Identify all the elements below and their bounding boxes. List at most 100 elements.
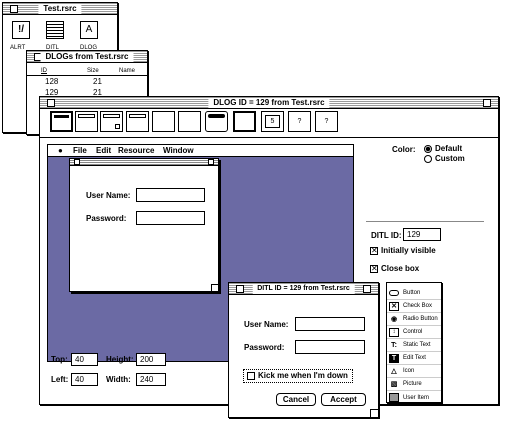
palette-label: Edit Text [403,355,426,361]
control-icon: ↕ [389,327,399,337]
top-field[interactable]: 40 [71,353,98,366]
preview-menubar: ● File Edit Resource Window [48,145,353,157]
palette-label: Static Text [403,342,431,348]
close-box[interactable] [47,99,55,107]
palette-item-picture[interactable]: ▧ Picture [387,378,441,391]
radio-default[interactable] [424,145,432,153]
radio-custom[interactable] [424,155,432,163]
apple-menu-icon[interactable]: ● [58,145,63,156]
dlog-title: DLOG ID = 129 from Test.rsrc [208,98,330,108]
size-box[interactable] [211,284,218,291]
ditl-user-name-field[interactable] [295,317,365,331]
palette-item-static-text[interactable]: T: Static Text [387,339,441,352]
ditl-id-label: DITL ID: [371,231,402,240]
palette-label: Icon [403,368,415,374]
menu-edit[interactable]: Edit [96,145,111,156]
toolbar-divider [40,137,498,138]
window-style-tool-2[interactable] [75,111,98,132]
dlog-resource-icon[interactable]: A [80,21,98,39]
window-style-tool-4[interactable] [126,111,149,132]
palette-item-button[interactable]: Button [387,287,441,300]
accept-button[interactable]: Accept [321,393,366,406]
close-box [74,159,80,165]
row-id[interactable]: 128 [45,77,58,87]
window-style-tool-6[interactable] [178,111,201,132]
window-style-tool-5[interactable] [152,111,175,132]
window-style-tool-8[interactable] [233,111,256,132]
row-size: 21 [93,77,102,86]
window-style-tool-3[interactable] [100,111,123,132]
ditl-window: DITL ID = 129 from Test.rsrc User Name: … [228,282,379,418]
rsrc-titlebar[interactable]: Test.rsrc [3,3,117,15]
zoom-box[interactable] [363,285,371,293]
palette-item-icon[interactable]: △ Icon [387,365,441,378]
dlogs-title: DLOGs from Test.rsrc [40,52,134,62]
preview-titlebar [70,159,218,166]
dlog-titlebar[interactable]: DLOG ID = 129 from Test.rsrc [40,97,498,109]
menu-resource[interactable]: Resource [118,145,154,156]
palette-label: User Item [403,394,430,401]
palette-item-checkbox[interactable]: ✕ Check Box [387,300,441,313]
kick-me-label: Kick me when I'm down [258,371,348,380]
close-box[interactable] [10,5,18,13]
cancel-button[interactable]: Cancel [276,393,316,406]
password-label: Password: [86,214,127,223]
radio-default-label: Default [435,144,463,153]
checkbox-icon: ✕ [389,301,399,311]
window-style-tool-9[interactable]: 5 [261,111,284,132]
height-field[interactable]: 200 [136,353,166,366]
close-box[interactable] [236,285,244,293]
close-box-label: Close box [381,264,420,273]
height-label: Height: [106,355,134,364]
top-label: Top: [51,355,68,364]
settings-divider [366,221,484,222]
static-text-icon: T: [391,341,397,349]
user-item-icon [389,393,399,402]
zoom-box [208,159,214,165]
rsrc-title: Test.rsrc [38,4,82,14]
palette-item-user-item[interactable]: User Item [387,391,441,404]
user-name-label: User Name: [86,191,131,200]
kick-me-checkbox[interactable] [247,372,255,380]
width-label: Width: [106,375,131,384]
ditl-user-name-label: User Name: [244,320,289,329]
window-style-tool-11[interactable]: ? [315,111,338,132]
button-icon [389,290,399,296]
width-field[interactable]: 240 [136,373,166,386]
window-style-tool-7[interactable] [205,111,228,132]
ditl-titlebar[interactable]: DITL ID = 129 from Test.rsrc [229,283,378,295]
alrt-label: ALRT [10,45,26,51]
ditl-id-field[interactable]: 129 [403,228,441,241]
password-field[interactable] [136,211,205,225]
palette-item-control[interactable]: ↕ Control [387,326,441,339]
window-style-tool-1[interactable] [50,111,73,132]
palette-label: Radio Button [403,316,438,322]
palette-label: Control [403,329,423,335]
edit-text-icon: T [389,353,399,363]
header-divider [27,75,147,76]
menu-window[interactable]: Window [163,145,194,156]
ditl-title: DITL ID = 129 from Test.rsrc [252,284,355,294]
palette-item-radio[interactable]: ◉ Radio Button [387,313,441,326]
zoom-box[interactable] [483,99,491,107]
alrt-resource-icon[interactable]: !/ [12,21,30,39]
dlogs-titlebar[interactable]: DLOGs from Test.rsrc [27,51,147,63]
alert-icon: △ [391,368,397,375]
initially-visible-checkbox[interactable]: ✕ [370,247,378,255]
left-label: Left: [51,375,69,384]
preview-dialog[interactable]: User Name: Password: [69,158,219,292]
ditl-resource-icon[interactable] [46,21,64,39]
palette-label: Picture [403,381,422,387]
close-box-checkbox[interactable]: ✕ [370,265,378,273]
palette-item-edit-text[interactable]: T Edit Text [387,352,441,365]
menu-file[interactable]: File [73,145,87,156]
picture-icon: ▧ [390,381,398,388]
palette-label: Button [403,290,421,296]
window-style-tool-10[interactable]: ? [288,111,311,132]
color-label: Color: [392,145,416,154]
initially-visible-label: Initially visible [381,246,436,255]
ditl-password-field[interactable] [295,340,365,354]
size-box[interactable] [370,409,378,417]
left-field[interactable]: 40 [71,373,98,386]
user-name-field[interactable] [136,188,205,202]
